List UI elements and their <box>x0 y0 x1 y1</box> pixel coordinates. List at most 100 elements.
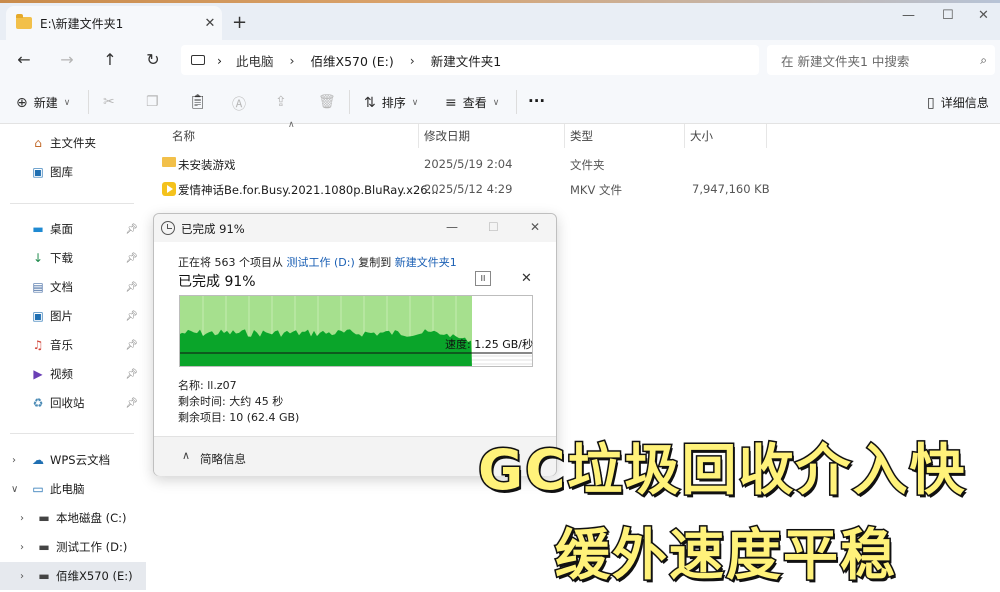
music-icon: ♫ <box>32 338 44 352</box>
copy-icon[interactable]: ❐ <box>146 94 165 110</box>
file-type: MKV 文件 <box>570 183 622 197</box>
sort-icon: ⇅ <box>364 94 376 111</box>
sidebar-item-drive-e[interactable]: › ▬ 佰维X570 (E:) <box>0 562 146 590</box>
forward-arrow-icon[interactable]: → <box>55 50 79 69</box>
cut-icon[interactable]: ✂ <box>103 94 121 110</box>
chevron-right-icon[interactable]: › <box>12 455 16 466</box>
sort-arrow-icon: ∧ <box>288 120 295 130</box>
sidebar-item-downloads[interactable]: ↓ 下载 📌︎ <box>0 244 146 272</box>
search-input[interactable]: 在 新建文件夹1 中搜索 ⌕ <box>767 45 995 75</box>
sidebar-item-label: 视频 <box>50 367 73 381</box>
chevron-down-icon[interactable]: ∨ <box>11 484 18 495</box>
up-arrow-icon[interactable]: ↑ <box>98 50 122 69</box>
close-button[interactable]: ✕ <box>978 8 989 23</box>
sidebar-item-gallery[interactable]: ▣ 图库 <box>0 158 146 186</box>
sidebar-item-drive-d[interactable]: › ▬ 测试工作 (D:) <box>0 533 146 561</box>
column-separator[interactable] <box>766 124 767 148</box>
dialog-close-button[interactable]: ✕ <box>530 220 540 234</box>
details-label: 详细信息 <box>940 96 989 110</box>
breadcrumb-drive-e[interactable]: 佰维X570 (E:) <box>311 51 394 70</box>
column-header-modified[interactable]: 修改日期 <box>424 128 470 144</box>
chevron-right-icon[interactable]: › <box>20 542 24 553</box>
tab-title: E:\新建文件夹1 <box>40 16 124 31</box>
sidebar-item-drive-c[interactable]: › ▬ 本地磁盘 (C:) <box>0 504 146 532</box>
chevron-right-icon[interactable]: › <box>20 513 24 524</box>
refresh-icon[interactable]: ↻ <box>141 50 165 69</box>
details-pane-button[interactable]: ▯ 详细信息 <box>927 94 989 111</box>
chevron-right-icon[interactable]: › <box>410 53 415 68</box>
tab-close-icon[interactable]: ✕ <box>198 16 222 31</box>
new-button[interactable]: ⊕ 新建 ∨ <box>16 94 70 111</box>
sidebar-item-documents[interactable]: ▤ 文档 📌︎ <box>0 273 146 301</box>
cloud-icon: ☁ <box>32 453 44 467</box>
new-tab-button[interactable]: + <box>232 12 247 33</box>
drive-icon: ▬ <box>38 540 50 554</box>
sidebar-item-music[interactable]: ♫ 音乐 📌︎ <box>0 331 146 359</box>
sidebar-item-pictures[interactable]: ▣ 图片 📌︎ <box>0 302 146 330</box>
column-header-size[interactable]: 大小 <box>690 128 713 144</box>
rename-icon[interactable]: Ⓐ <box>232 94 252 114</box>
pause-button[interactable]: II <box>475 271 491 286</box>
column-separator[interactable] <box>418 124 419 148</box>
pin-icon[interactable]: 📌︎ <box>125 340 138 351</box>
minimize-button[interactable]: — <box>446 220 458 234</box>
delete-icon[interactable]: 🗑︎ <box>318 94 342 110</box>
breadcrumb-folder[interactable]: 新建文件夹1 <box>431 51 501 70</box>
chevron-right-icon[interactable]: › <box>20 571 24 582</box>
pin-icon[interactable]: 📌︎ <box>125 369 138 380</box>
chevron-right-icon[interactable]: › <box>290 53 295 68</box>
less-info-button[interactable]: 简略信息 <box>200 451 246 467</box>
tab-current[interactable]: E:\新建文件夹1 ✕ <box>6 6 222 40</box>
paste-icon[interactable]: 📋︎ <box>189 94 213 110</box>
cancel-copy-icon[interactable]: ✕ <box>521 271 532 286</box>
divider <box>88 90 89 114</box>
file-row[interactable]: 爱情神话Be.for.Busy.2021.1080p.BluRay.x26...… <box>154 177 774 201</box>
maximize-button[interactable]: ☐ <box>942 8 954 23</box>
command-bar: ⊕ 新建 ∨ ✂ ❐ 📋︎ Ⓐ ⇪ 🗑︎ ⇅ 排序 ∨ ≡ 查看 ∨ ··· ▯… <box>0 80 1000 124</box>
pin-icon[interactable]: 📌︎ <box>125 398 138 409</box>
sort-button[interactable]: ⇅ 排序 ∨ <box>364 94 418 111</box>
maximize-button[interactable]: ☐ <box>488 220 499 234</box>
dialog-title: 已完成 91% <box>181 222 245 236</box>
progress-status: 已完成 91% <box>178 274 256 290</box>
sidebar-item-home[interactable]: ⌂ 主文件夹 <box>0 129 146 157</box>
sidebar-item-label: 测试工作 (D:) <box>56 540 128 554</box>
view-button[interactable]: ≡ 查看 ∨ <box>445 94 499 111</box>
source-link[interactable]: 测试工作 (D:) <box>287 256 355 269</box>
sort-label: 排序 <box>381 96 406 110</box>
sidebar-item-videos[interactable]: ▶ 视频 📌︎ <box>0 360 146 388</box>
chevron-up-icon[interactable]: ∧ <box>182 449 190 462</box>
sidebar-item-label: 图片 <box>50 309 73 323</box>
more-options-button[interactable]: ··· <box>528 92 545 110</box>
file-row[interactable]: 未安装游戏 2025/5/19 2:04 文件夹 <box>154 152 774 176</box>
sidebar-item-recycle-bin[interactable]: ♻ 回收站 📌︎ <box>0 389 146 417</box>
sidebar-item-wps-cloud[interactable]: › ☁ WPS云文档 <box>0 446 146 474</box>
pin-icon[interactable]: 📌︎ <box>125 253 138 264</box>
pin-icon[interactable]: 📌︎ <box>125 311 138 322</box>
details-pane-icon: ▯ <box>927 94 935 111</box>
pin-icon[interactable]: 📌︎ <box>125 282 138 293</box>
file-name-info: 名称: ll.z07 <box>178 379 237 392</box>
video-file-icon <box>162 182 176 196</box>
sidebar-item-label: 主文件夹 <box>50 136 96 150</box>
sidebar-item-label: 回收站 <box>50 396 85 410</box>
document-icon: ▤ <box>32 280 44 294</box>
column-separator[interactable] <box>564 124 565 148</box>
drive-icon: ▬ <box>38 511 50 525</box>
pin-icon[interactable]: 📌︎ <box>125 224 138 235</box>
column-separator[interactable] <box>684 124 685 148</box>
sidebar-item-this-pc[interactable]: ∨ ▭ 此电脑 <box>0 475 146 503</box>
minimize-button[interactable]: — <box>902 8 915 23</box>
breadcrumb-this-pc[interactable]: 此电脑 <box>236 51 274 70</box>
column-header-type[interactable]: 类型 <box>570 128 593 144</box>
folder-icon <box>162 157 176 167</box>
destination-link[interactable]: 新建文件夹1 <box>395 256 457 269</box>
share-icon[interactable]: ⇪ <box>275 94 293 110</box>
search-placeholder: 在 新建文件夹1 中搜索 <box>781 53 910 69</box>
column-header-name[interactable]: 名称 <box>172 128 195 144</box>
address-bar[interactable]: › 此电脑 › 佰维X570 (E:) › 新建文件夹1 <box>181 45 759 75</box>
chevron-right-icon[interactable]: › <box>217 53 222 68</box>
back-arrow-icon[interactable]: ← <box>12 50 36 69</box>
sidebar-item-desktop[interactable]: ▬ 桌面 📌︎ <box>0 215 146 243</box>
chevron-down-icon: ∨ <box>492 97 500 108</box>
